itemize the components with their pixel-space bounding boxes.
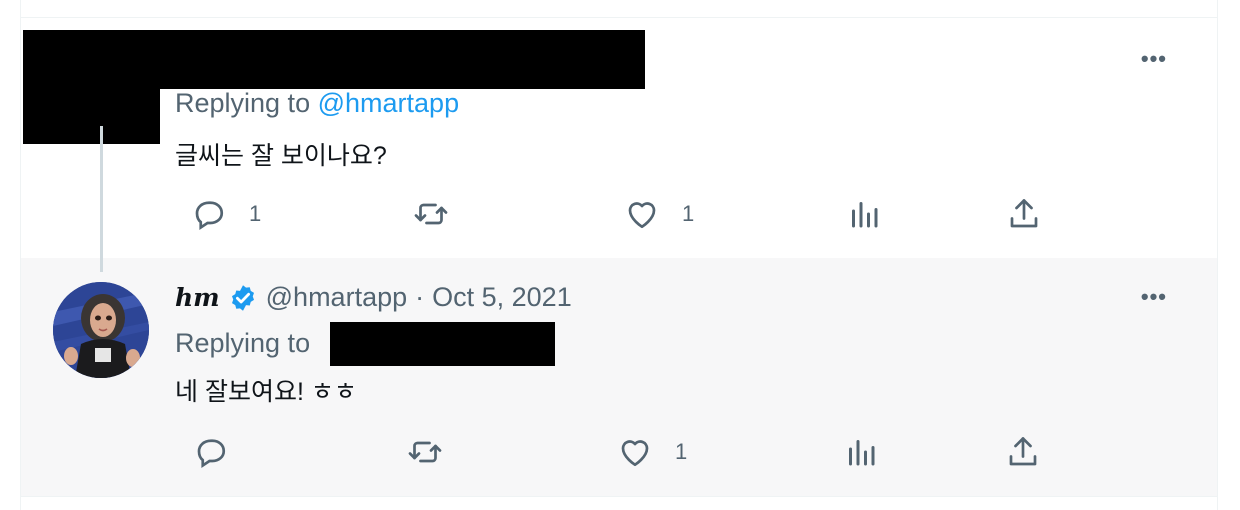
tweet-text: 글씨는 잘 보이나요? <box>175 142 387 170</box>
reply-button[interactable] <box>193 434 251 470</box>
replying-to-label: Replying to <box>175 88 311 118</box>
retweet-icon <box>414 203 448 225</box>
share-icon <box>1010 199 1038 228</box>
share-button[interactable] <box>1005 434 1041 470</box>
views-button[interactable] <box>843 434 879 470</box>
tweet-header: hm @hmartapp · Oct 5, 2021 <box>175 282 572 313</box>
tweet-text: 네 잘보여요! ㅎㅎ <box>175 378 357 406</box>
conversation-thread: ••• Replying to @hmartapp 글씨는 잘 보이나요? 1 <box>20 0 1218 510</box>
tweet-date-link[interactable]: Oct 5, 2021 <box>432 282 572 313</box>
replying-to-label: Replying to <box>175 328 311 358</box>
redacted-author-area <box>23 30 645 89</box>
reply-icon <box>197 439 226 469</box>
focused-reply-tweet[interactable]: hm @hmartapp · Oct 5, 2021 ••• Replying … <box>21 258 1217 496</box>
redacted-mention <box>330 322 555 366</box>
profile-avatar[interactable] <box>53 282 149 378</box>
reply-icon <box>195 201 224 231</box>
analytics-icon <box>849 440 875 466</box>
share-button[interactable] <box>1006 196 1042 232</box>
redacted-avatar <box>23 89 160 144</box>
display-name[interactable]: hm <box>175 283 220 312</box>
more-options-button[interactable]: ••• <box>1141 48 1167 70</box>
parent-tweet[interactable]: ••• Replying to @hmartapp 글씨는 잘 보이나요? 1 <box>21 18 1217 258</box>
share-icon <box>1009 437 1037 466</box>
more-options-button[interactable]: ••• <box>1141 286 1167 308</box>
action-bar: 1 1 <box>171 196 1217 236</box>
retweet-button[interactable] <box>413 196 471 232</box>
analytics-icon <box>852 202 878 228</box>
heart-icon <box>628 202 656 229</box>
like-count: 1 <box>675 439 688 464</box>
avatar-illustration <box>53 282 149 378</box>
verified-badge-icon <box>231 284 254 311</box>
divider-bottom <box>21 496 1217 497</box>
retweet-icon <box>408 441 442 463</box>
header-separator: · <box>415 282 425 312</box>
views-button[interactable] <box>846 196 882 232</box>
heart-icon <box>621 440 649 467</box>
action-bar: 1 <box>171 434 1217 474</box>
retweet-button[interactable] <box>407 434 465 470</box>
author-handle[interactable]: @hmartapp <box>266 282 407 313</box>
like-button[interactable]: 1 <box>617 434 687 470</box>
replying-to-mention-link[interactable]: @hmartapp <box>318 88 459 118</box>
like-button[interactable]: 1 <box>624 196 694 232</box>
reply-button[interactable]: 1 <box>191 196 261 232</box>
replying-to-line: Replying to <box>175 328 310 359</box>
thread-connector-line <box>100 126 103 272</box>
replying-to-line: Replying to @hmartapp <box>175 88 459 119</box>
reply-count: 1 <box>249 201 262 226</box>
like-count: 1 <box>682 201 695 226</box>
